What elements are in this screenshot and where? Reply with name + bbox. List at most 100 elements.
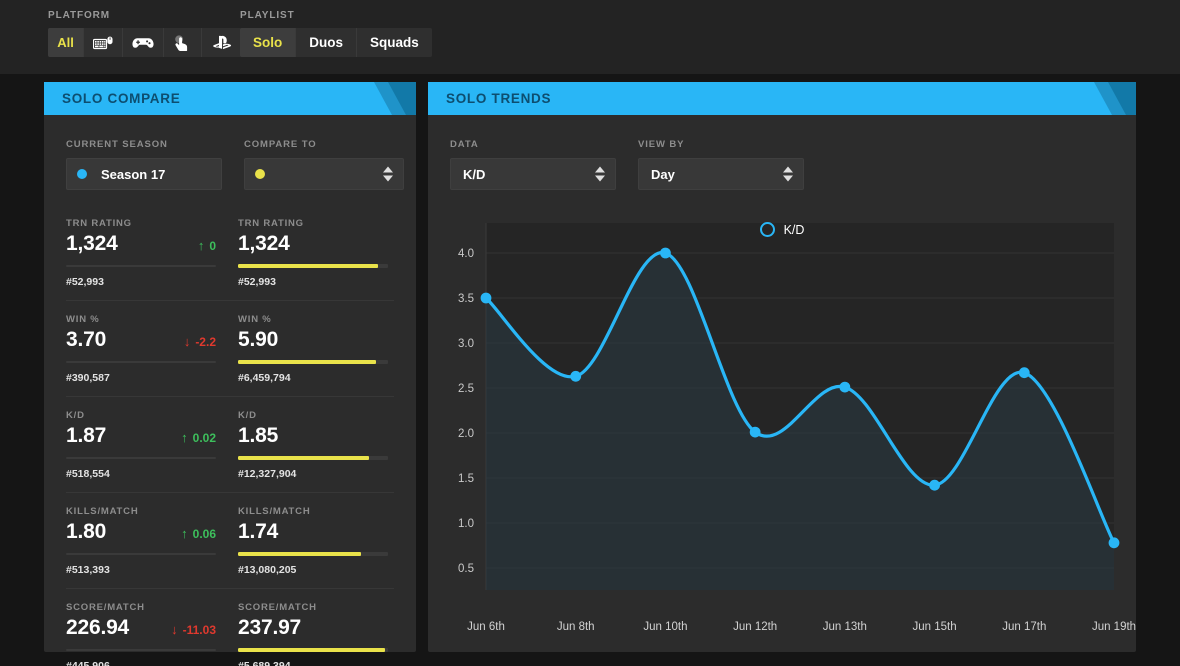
playlist-option-duos[interactable]: Duos <box>296 28 357 57</box>
stat-progress-fill <box>238 360 376 364</box>
current-season-block: CURRENT SEASON Season 17 <box>66 139 222 190</box>
stat-progress-track <box>238 360 388 364</box>
stat-value: 1.85 <box>238 424 279 447</box>
viewby-dropdown[interactable]: Day <box>638 158 804 190</box>
delta-arrow-icon: ↑ <box>181 526 188 541</box>
stat-current-column: K/D 1.87 ↑ 0.02 #518,554 <box>66 410 216 480</box>
platform-option-all[interactable]: All <box>48 28 84 57</box>
gamepad-icon <box>132 36 154 50</box>
keyboard-mouse-icon <box>93 36 113 50</box>
chart-data-point[interactable] <box>480 292 492 304</box>
stat-name: TRN RATING <box>238 218 304 229</box>
stat-name: K/D <box>238 410 257 421</box>
playlist-option-solo[interactable]: Solo <box>240 28 297 57</box>
chart-data-point[interactable] <box>929 479 940 491</box>
stat-row: WIN % 3.70 ↓ -2.2 #390,587 WIN % 5.90 #6,459,79… <box>66 300 394 396</box>
stat-delta: ↓ -11.03 <box>171 623 216 637</box>
platform-filter-group: PLATFORM All <box>48 10 242 57</box>
kd-trend-line-chart[interactable]: 0.5 1.0 1.5 2.0 2.5 3.0 3.5 4.0 Jun 6th Jun 8th Ju… <box>428 208 1136 638</box>
stat-value-line: 5.90 <box>238 328 388 354</box>
stat-rank: #518,554 <box>66 468 110 480</box>
stepper-arrows-icon[interactable] <box>383 166 393 182</box>
legend-marker-ring-icon <box>759 222 775 237</box>
current-season-label: CURRENT SEASON <box>66 139 168 150</box>
stepper-arrows-icon[interactable] <box>595 166 605 182</box>
stat-compare-column: WIN % 5.90 #6,459,794 <box>238 314 388 384</box>
stat-value: 3.70 <box>66 328 107 351</box>
data-dropdown[interactable]: K/D <box>450 158 616 190</box>
stat-value-line: 1.80 ↑ 0.06 <box>66 520 216 546</box>
trends-chart-container: K/D 0.5 1.0 1.5 2.0 2.5 3.0 3.5 4.0 Jun 6th Jun 8… <box>428 208 1136 648</box>
playlist-filter-label: PLAYLIST <box>240 10 295 21</box>
x-axis-tick-label: Jun 19th <box>1092 621 1136 633</box>
x-axis-tick-label: Jun 17th <box>1002 621 1046 633</box>
compare-to-label: COMPARE TO <box>244 139 317 150</box>
chart-data-point[interactable] <box>839 381 851 393</box>
x-axis-tick-label: Jun 13th <box>823 621 867 633</box>
y-axis-tick-label: 2.0 <box>458 428 474 440</box>
platform-option-touch[interactable] <box>164 28 202 57</box>
stat-value: 237.97 <box>238 616 302 639</box>
stat-delta: ↑ 0.02 <box>181 431 216 445</box>
stat-row: KILLS/MATCH 1.80 ↑ 0.06 #513,393 KILLS/MATCH 1… <box>66 492 394 588</box>
stat-progress-track <box>238 456 388 460</box>
stat-delta: ↑ 0.06 <box>181 527 216 541</box>
compare-color-dot-icon <box>255 169 265 179</box>
touch-icon <box>173 34 192 51</box>
stat-divider-line <box>66 553 216 555</box>
stat-progress-track <box>238 552 388 556</box>
stat-value-line: 1.85 <box>238 424 388 450</box>
stat-progress-fill <box>238 552 361 556</box>
stat-row: K/D 1.87 ↑ 0.02 #518,554 K/D 1.85 #12,327,904 <box>66 396 394 492</box>
stat-divider-line <box>66 265 216 267</box>
stat-progress-fill <box>238 648 385 652</box>
season-color-dot-icon <box>77 169 87 179</box>
stat-divider-line <box>66 361 216 363</box>
playlist-option-squads[interactable]: Squads <box>357 28 432 57</box>
platform-option-playstation[interactable] <box>202 28 242 57</box>
y-axis-tick-label: 2.5 <box>458 383 474 395</box>
compare-selector-row: CURRENT SEASON Season 17 COMPARE TO <box>44 115 416 190</box>
stat-delta: ↑ 0 <box>198 239 216 253</box>
stat-divider-line <box>66 649 216 651</box>
x-axis-tick-label: Jun 8th <box>557 621 595 633</box>
stat-rank: #52,993 <box>238 276 276 288</box>
stat-name: WIN % <box>238 314 272 325</box>
compare-to-dropdown[interactable] <box>244 158 404 190</box>
delta-value: -11.03 <box>182 622 216 637</box>
trends-panel-title: SOLO TRENDS <box>446 91 552 106</box>
stat-compare-column: KILLS/MATCH 1.74 #13,080,205 <box>238 506 388 576</box>
chart-legend: K/D <box>428 222 1136 237</box>
stat-name: SCORE/MATCH <box>238 602 317 613</box>
y-axis-tick-label: 0.5 <box>458 563 474 575</box>
header-notch-decoration <box>1094 82 1136 115</box>
delta-value: 0 <box>209 238 216 253</box>
stat-value-line: 3.70 ↓ -2.2 <box>66 328 216 354</box>
stat-current-column: SCORE/MATCH 226.94 ↓ -11.03 #445,906 <box>66 602 216 666</box>
playlist-filter-group: PLAYLIST Solo Duos Squads <box>240 10 432 57</box>
platform-option-gamepad[interactable] <box>123 28 164 57</box>
stat-progress-fill <box>238 264 378 268</box>
stat-value-line: 237.97 <box>238 616 388 642</box>
stepper-arrows-icon[interactable] <box>783 166 793 182</box>
trends-selector-row: DATA K/D VIEW BY Day <box>428 115 1136 190</box>
data-select-label: DATA <box>450 139 479 150</box>
chart-data-point[interactable] <box>1108 537 1120 549</box>
stat-value: 5.90 <box>238 328 279 351</box>
current-season-display[interactable]: Season 17 <box>66 158 222 190</box>
chart-data-point[interactable] <box>1018 367 1030 379</box>
data-select-value: K/D <box>463 166 486 182</box>
legend-label-kd: K/D <box>783 222 805 237</box>
chart-data-point[interactable] <box>570 370 582 382</box>
compare-panel-title: SOLO COMPARE <box>62 91 181 106</box>
delta-arrow-icon: ↓ <box>183 334 191 349</box>
viewby-select-block: VIEW BY Day <box>638 139 804 190</box>
platform-filter-label: PLATFORM <box>48 10 111 21</box>
platform-option-keyboard-mouse[interactable] <box>84 28 123 57</box>
chart-data-point[interactable] <box>749 426 761 438</box>
top-filter-bar: PLATFORM All PLAYLIST Solo Duos Squads <box>0 0 1180 74</box>
chart-data-point[interactable] <box>660 247 671 259</box>
x-axis-tick-label: Jun 10th <box>643 621 687 633</box>
stat-compare-column: TRN RATING 1,324 #52,993 <box>238 218 388 288</box>
stat-value: 1.87 <box>66 424 107 447</box>
